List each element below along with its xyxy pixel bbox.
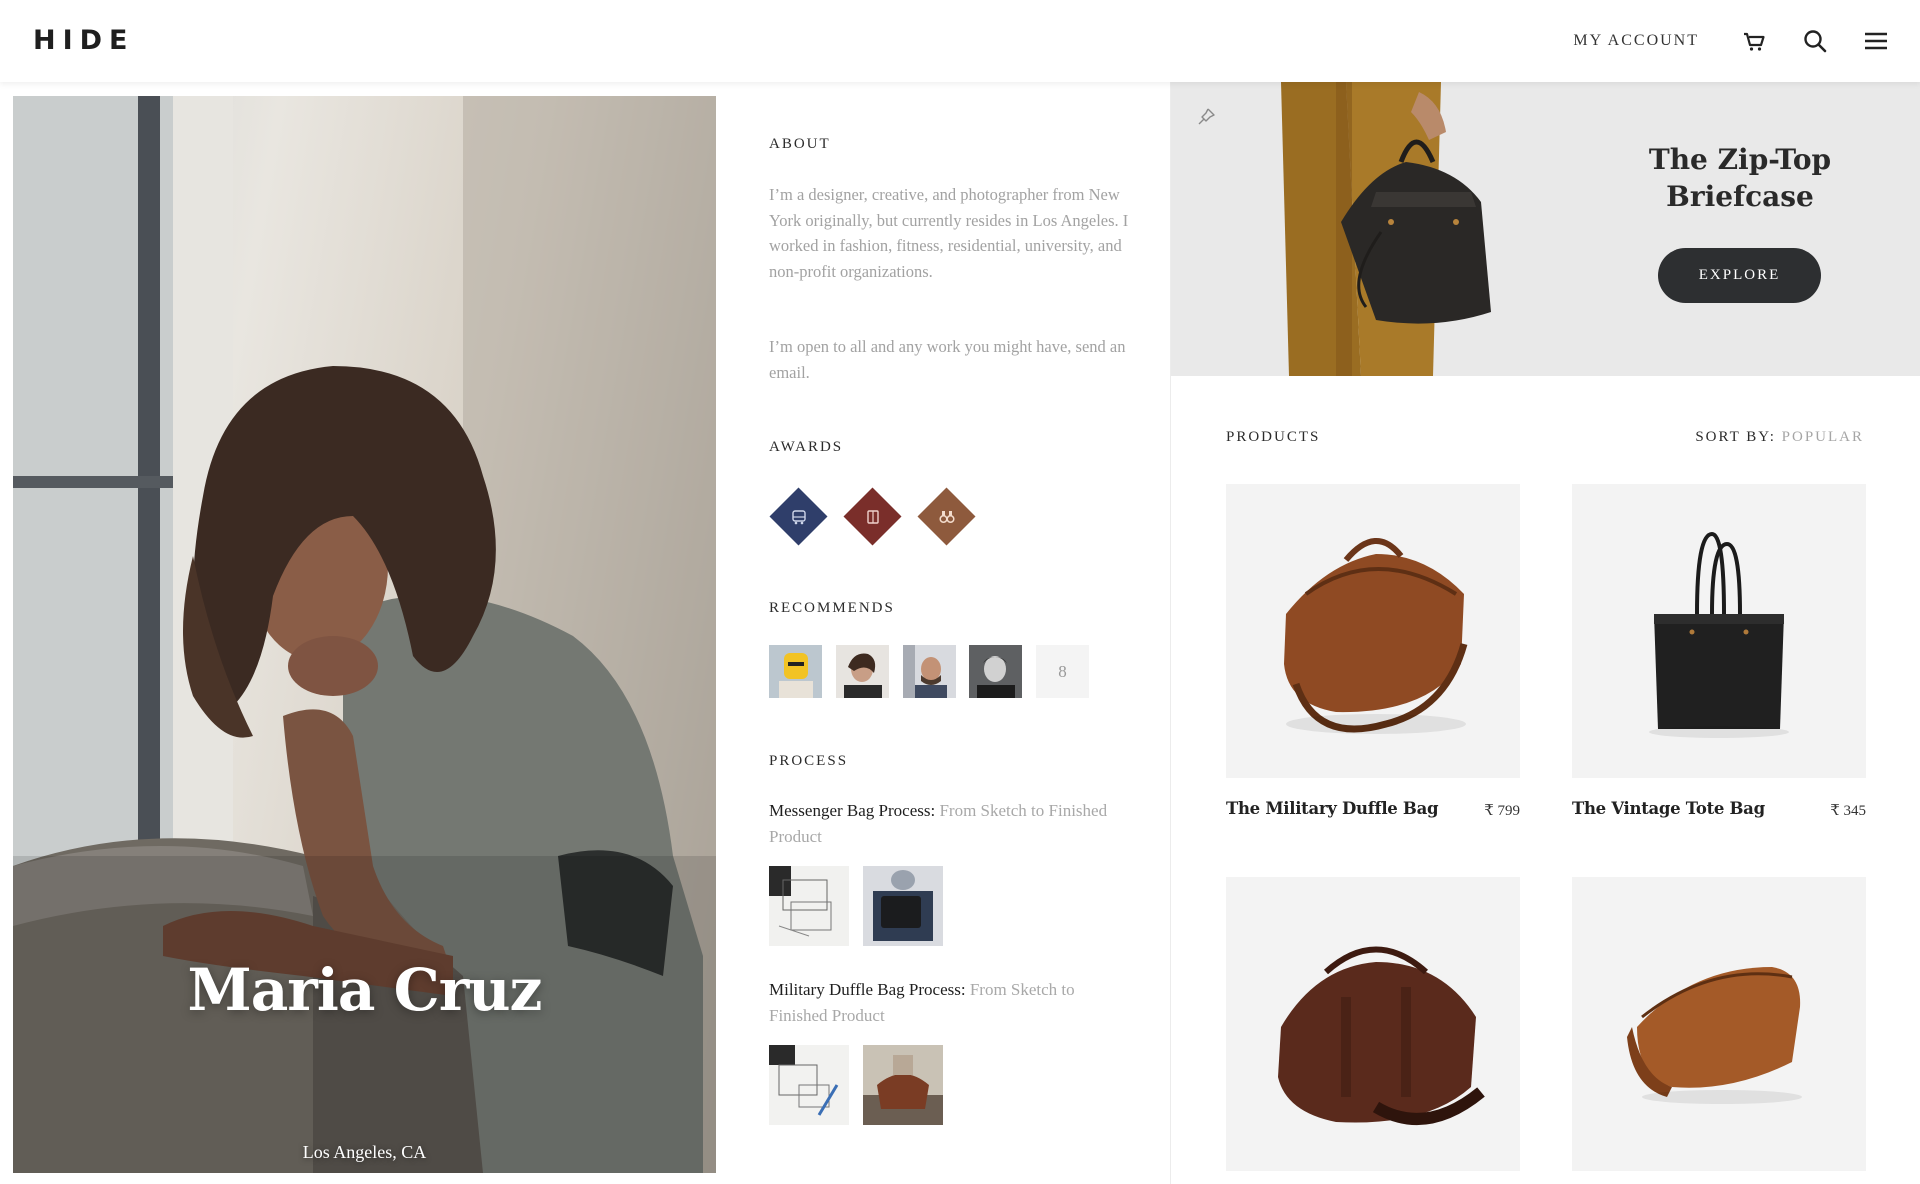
pin-icon[interactable] [1195, 106, 1217, 128]
products-heading: PRODUCTS [1226, 429, 1321, 445]
recommended-avatar[interactable] [969, 645, 1022, 698]
about-paragraph-2: I’m open to all and any work you might h… [769, 337, 1126, 382]
product-price: ₹ 799 [1484, 803, 1520, 819]
process-thumbnail[interactable] [769, 1045, 849, 1125]
product-image[interactable] [1572, 877, 1866, 1171]
product-name[interactable]: The Vintage Tote Bag [1572, 799, 1765, 818]
profile-name: Maria Cruz [187, 956, 543, 1024]
recommended-avatar[interactable] [769, 645, 822, 698]
sort-label: SORT BY: [1695, 429, 1776, 445]
award-badge-binoculars[interactable] [917, 487, 976, 546]
product-card[interactable]: The Military Duffle Bag ₹ 799 [1226, 484, 1520, 819]
recommended-avatar[interactable] [903, 645, 956, 698]
awards-heading: AWARDS [769, 439, 844, 455]
process-thumbnail[interactable] [769, 866, 849, 946]
process-thumbnail[interactable] [863, 866, 943, 946]
process-thumbnail[interactable] [863, 1045, 943, 1125]
process-item-name: Military Duffle Bag Process: [769, 980, 966, 999]
promo-banner[interactable]: The Zip-Top Briefcase EXPLORE [1171, 82, 1920, 376]
award-badge-bus[interactable] [769, 487, 828, 546]
recommended-avatar[interactable] [836, 645, 889, 698]
book-icon [852, 496, 893, 537]
sort-control[interactable]: SORT BY: POPULAR [1695, 429, 1864, 446]
my-account-link[interactable]: MY ACCOUNT [1573, 32, 1699, 50]
about-paragraph-1: I’m a designer, creative, and photograph… [769, 185, 1129, 281]
product-image[interactable] [1572, 484, 1866, 778]
product-card[interactable]: The Vintage Tote Bag ₹ 345 [1572, 484, 1866, 819]
recommends-heading: RECOMMENDS [769, 600, 895, 616]
product-card[interactable] [1226, 877, 1520, 1171]
about-heading: ABOUT [769, 136, 831, 152]
explore-button[interactable]: EXPLORE [1658, 248, 1821, 303]
product-card[interactable] [1572, 877, 1866, 1171]
product-image[interactable] [1226, 877, 1520, 1171]
product-name[interactable]: The Military Duffle Bag [1226, 799, 1439, 818]
promo-photo [1171, 82, 1920, 376]
product-image[interactable] [1226, 484, 1520, 778]
menu-icon[interactable] [1861, 26, 1891, 56]
profile-location: Los Angeles, CA [302, 1142, 427, 1162]
sort-value[interactable]: POPULAR [1782, 429, 1864, 445]
process-item-title[interactable]: Messenger Bag Process: From Sketch to Fi… [769, 798, 1129, 849]
top-navigation-bar: HIDE MY ACCOUNT [0, 0, 1920, 82]
more-recommends-count[interactable]: 8 [1036, 645, 1089, 698]
bus-icon [778, 496, 819, 537]
product-price: ₹ 345 [1830, 803, 1866, 819]
award-badge-book[interactable] [843, 487, 902, 546]
binoculars-icon [926, 496, 967, 537]
brand-logo[interactable]: HIDE [33, 25, 135, 56]
process-item-name: Messenger Bag Process: [769, 801, 936, 820]
promo-title: The Zip-Top Briefcase [1648, 143, 1832, 213]
profile-hero-photo: Maria Cruz Los Angeles, CA [13, 96, 716, 1173]
cart-icon[interactable] [1739, 26, 1769, 56]
process-item-title[interactable]: Military Duffle Bag Process: From Sketch… [769, 977, 1129, 1028]
process-heading: PROCESS [769, 753, 849, 769]
search-icon[interactable] [1800, 26, 1830, 56]
